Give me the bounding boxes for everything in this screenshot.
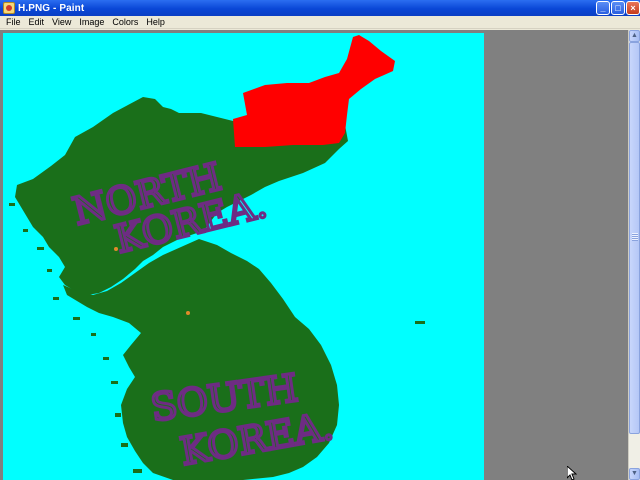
menu-image[interactable]: Image <box>75 17 108 27</box>
scroll-grip-icon <box>632 233 638 241</box>
menu-bar: File Edit View Image Colors Help <box>0 16 640 29</box>
minimize-button[interactable]: _ <box>596 1 610 15</box>
window-title: H.PNG - Paint <box>18 2 85 14</box>
close-button[interactable]: × <box>626 1 640 15</box>
maximize-button[interactable]: □ <box>611 1 625 15</box>
scroll-up-button[interactable]: ▲ <box>629 30 640 42</box>
drawing-canvas[interactable]: NORTH KOREA. SOUTH KOREA. <box>3 33 484 480</box>
workspace-area: NORTH KOREA. SOUTH KOREA. <box>0 30 628 480</box>
menu-colors[interactable]: Colors <box>108 17 142 27</box>
mouse-cursor-icon <box>567 466 577 480</box>
paint-app-icon[interactable] <box>3 2 15 14</box>
menu-help[interactable]: Help <box>142 17 169 27</box>
menu-edit[interactable]: Edit <box>25 17 49 27</box>
menu-view[interactable]: View <box>48 17 75 27</box>
vertical-scrollbar[interactable]: ▲ ▼ <box>628 30 640 480</box>
menu-file[interactable]: File <box>2 17 25 27</box>
scroll-thumb[interactable] <box>629 42 640 434</box>
scroll-down-button[interactable]: ▼ <box>629 468 640 480</box>
korea-map-drawing: NORTH KOREA. SOUTH KOREA. <box>3 33 484 480</box>
title-bar: H.PNG - Paint _ □ × <box>0 0 640 16</box>
seoul-marker <box>186 311 190 315</box>
